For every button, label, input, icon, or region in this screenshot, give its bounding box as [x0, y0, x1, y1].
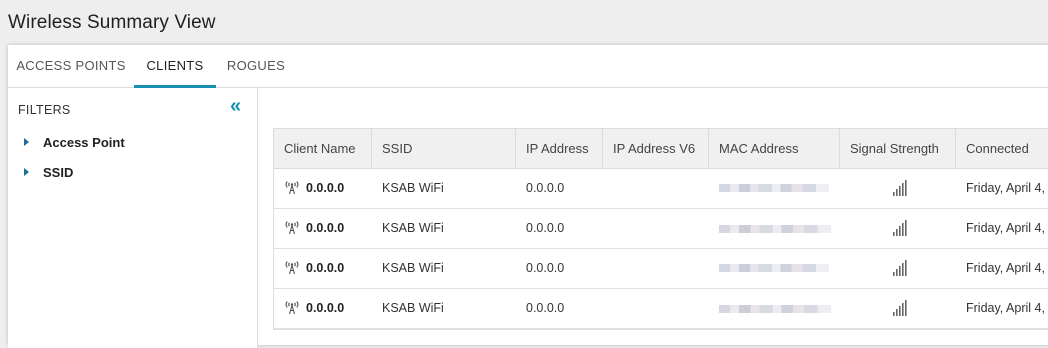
content-panel: ACCESS POINTS CLIENTS ROGUES FILTERS « A…	[8, 45, 1048, 348]
column-ssid[interactable]: SSID	[372, 129, 516, 169]
ip-address-v6-cell	[603, 289, 709, 329]
mac-address-cell	[709, 209, 840, 249]
ip-address-cell: 0.0.0.0	[526, 261, 565, 275]
connected-cell: Friday, April 4,	[966, 261, 1045, 275]
tab-bar: ACCESS POINTS CLIENTS ROGUES	[8, 45, 1048, 88]
connected-cell: Friday, April 4,	[966, 181, 1045, 195]
client-name-cell: 0.0.0.0	[274, 289, 372, 329]
table-row[interactable]: 0.0.0.0 KSAB WiFi 0.0.0.0 Friday, April …	[274, 249, 1048, 289]
access-point-icon	[285, 221, 299, 235]
grid-body: 0.0.0.0 KSAB WiFi 0.0.0.0 Friday, April …	[274, 169, 1048, 329]
signal-bars-icon	[893, 220, 907, 236]
ssid-cell: KSAB WiFi	[382, 181, 444, 195]
caret-right-icon	[24, 168, 29, 176]
signal-bars-icon	[893, 260, 907, 276]
redacted-mac-address	[719, 184, 829, 192]
tab-access-points[interactable]: ACCESS POINTS	[8, 45, 134, 88]
mac-address-cell	[709, 289, 840, 329]
client-name: 0.0.0.0	[306, 181, 345, 195]
column-connected[interactable]: Connected	[956, 129, 1048, 169]
clients-grid: Client Name SSID IP Address IP Address V…	[273, 128, 1048, 330]
table-row[interactable]: 0.0.0.0 KSAB WiFi 0.0.0.0 Friday, April …	[274, 169, 1048, 209]
table-row[interactable]: 0.0.0.0 KSAB WiFi 0.0.0.0 Friday, April …	[274, 289, 1048, 329]
signal-bars-icon	[893, 300, 907, 316]
redacted-mac-address	[719, 305, 831, 313]
column-signal-strength[interactable]: Signal Strength	[840, 129, 956, 169]
column-mac-address[interactable]: MAC Address	[709, 129, 840, 169]
column-ip-address[interactable]: IP Address	[516, 129, 603, 169]
filter-ssid[interactable]: SSID	[24, 164, 73, 182]
signal-strength-cell	[840, 209, 956, 249]
access-point-icon	[285, 181, 299, 195]
ip-address-cell: 0.0.0.0	[526, 181, 565, 195]
filters-title: FILTERS	[18, 103, 71, 117]
ip-address-v6-cell	[603, 249, 709, 289]
ssid-cell: KSAB WiFi	[382, 221, 444, 235]
double-chevron-left-icon[interactable]: «	[230, 96, 241, 116]
filters-sidebar: FILTERS « Access Point SSID	[8, 88, 258, 348]
mac-address-cell	[709, 169, 840, 209]
client-name: 0.0.0.0	[306, 261, 345, 275]
ssid-cell: KSAB WiFi	[382, 301, 444, 315]
access-point-icon	[285, 261, 299, 275]
filter-label: SSID	[43, 165, 74, 180]
client-name-cell: 0.0.0.0	[274, 209, 372, 249]
client-name-cell: 0.0.0.0	[274, 249, 372, 289]
connected-cell: Friday, April 4,	[966, 301, 1045, 315]
tab-clients[interactable]: CLIENTS	[134, 45, 216, 88]
column-client-name[interactable]: Client Name	[274, 129, 372, 169]
ip-address-v6-cell	[603, 209, 709, 249]
signal-strength-cell	[840, 169, 956, 209]
signal-strength-cell	[840, 289, 956, 329]
redacted-mac-address	[719, 264, 829, 272]
client-name: 0.0.0.0	[306, 301, 345, 315]
access-point-icon	[285, 301, 299, 315]
tab-rogues[interactable]: ROGUES	[216, 45, 296, 88]
mac-address-cell	[709, 249, 840, 289]
grid-header: Client Name SSID IP Address IP Address V…	[274, 129, 1048, 169]
ssid-cell: KSAB WiFi	[382, 261, 444, 275]
client-name-cell: 0.0.0.0	[274, 169, 372, 209]
filter-label: Access Point	[43, 135, 125, 150]
filter-access-point[interactable]: Access Point	[24, 134, 125, 152]
ip-address-cell: 0.0.0.0	[526, 221, 565, 235]
signal-strength-cell	[840, 249, 956, 289]
ip-address-v6-cell	[603, 169, 709, 209]
ip-address-cell: 0.0.0.0	[526, 301, 565, 315]
redacted-mac-address	[719, 225, 831, 233]
client-name: 0.0.0.0	[306, 221, 345, 235]
page-title: Wireless Summary View	[8, 12, 216, 33]
table-row[interactable]: 0.0.0.0 KSAB WiFi 0.0.0.0 Friday, April …	[274, 209, 1048, 249]
connected-cell: Friday, April 4,	[966, 221, 1045, 235]
caret-right-icon	[24, 138, 29, 146]
column-ip-address-v6[interactable]: IP Address V6	[603, 129, 709, 169]
signal-bars-icon	[893, 180, 907, 196]
